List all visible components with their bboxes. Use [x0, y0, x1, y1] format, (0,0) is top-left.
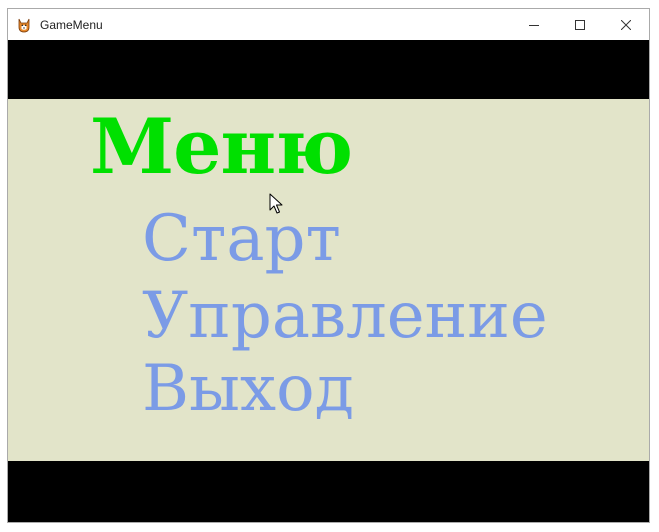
menu-panel: Меню Старт Управление Выход	[8, 99, 649, 461]
maximize-button[interactable]	[557, 9, 603, 40]
app-icon	[18, 18, 30, 32]
menu-item-start[interactable]: Старт	[142, 207, 341, 271]
minimize-icon	[529, 24, 539, 26]
game-window: GameMenu Меню Старт Управление Выход	[7, 8, 650, 523]
title-bar[interactable]: GameMenu	[8, 9, 649, 40]
menu-item-controls[interactable]: Управление	[142, 284, 548, 348]
game-canvas: Меню Старт Управление Выход	[8, 40, 649, 522]
menu-item-exit[interactable]: Выход	[142, 357, 354, 421]
maximize-icon	[575, 19, 585, 30]
minimize-button[interactable]	[511, 9, 557, 40]
window-title: GameMenu	[40, 17, 103, 32]
menu-title: Меню	[90, 102, 353, 191]
close-icon	[621, 19, 631, 30]
close-button[interactable]	[603, 9, 649, 40]
